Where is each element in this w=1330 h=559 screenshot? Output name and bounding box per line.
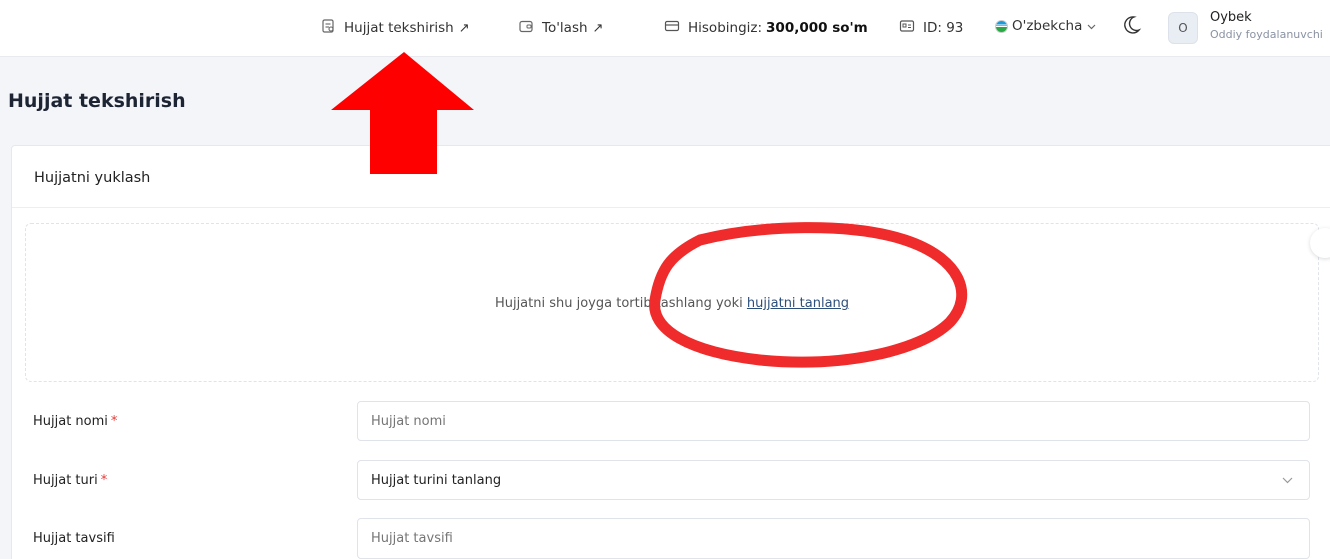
annotation-overlay [331, 52, 968, 368]
red-circle-annotation [649, 222, 968, 368]
red-arrow-annotation [331, 52, 474, 174]
